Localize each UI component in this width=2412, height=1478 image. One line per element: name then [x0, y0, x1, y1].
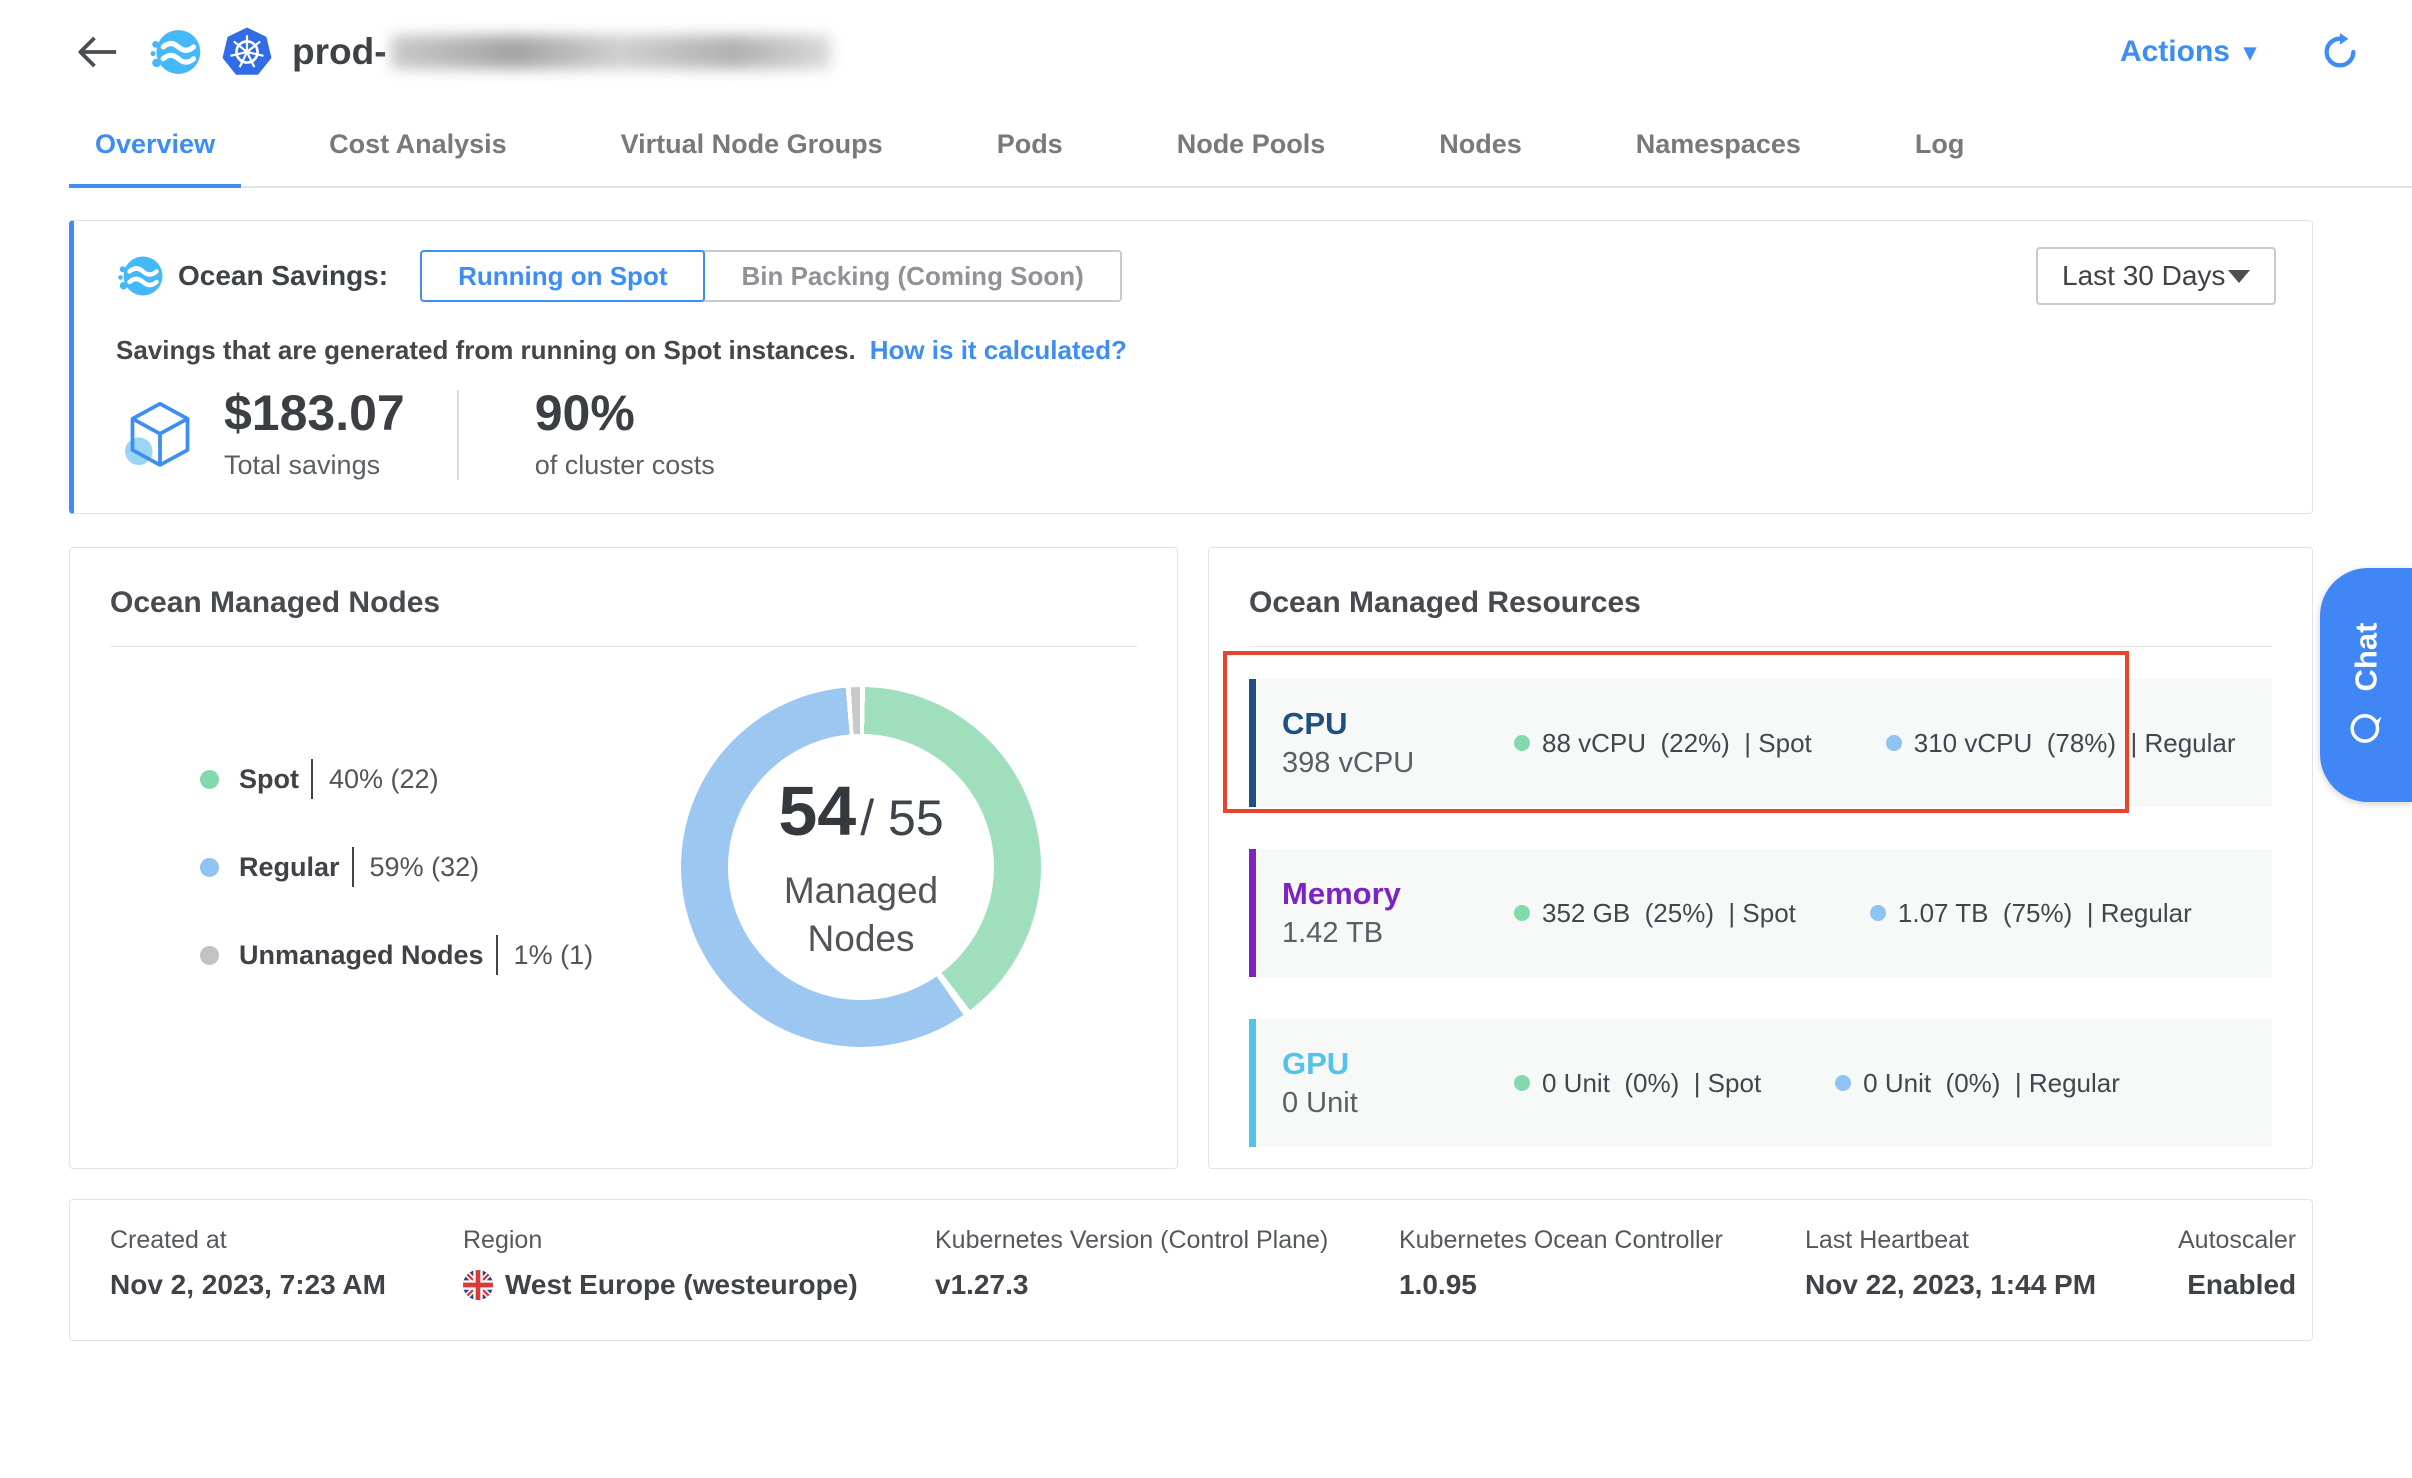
spot-dot-icon: [1514, 1075, 1530, 1091]
region-value: West Europe (westeurope): [463, 1269, 935, 1301]
managed-nodes-count: 54: [778, 771, 856, 851]
chat-button[interactable]: Chat: [2320, 568, 2412, 802]
cpu-total: 398 vCPU: [1282, 749, 1514, 778]
autoscaler-label: Autoscaler: [2178, 1226, 2296, 1255]
legend-item-spot[interactable]: Spot 40% (22): [200, 759, 593, 799]
period-select-value: Last 30 Days: [2062, 260, 2225, 292]
savings-description: Savings that are generated from running …: [116, 335, 856, 366]
gpu-regular-stat: 0 Unit (0%) | Regular: [1835, 1068, 2120, 1099]
last-heartbeat-label: Last Heartbeat: [1805, 1226, 2178, 1255]
total-savings-value: $183.07: [224, 388, 405, 438]
tab-bar: Overview Cost Analysis Virtual Node Grou…: [69, 104, 2412, 188]
cluster-name-redacted: [391, 35, 831, 69]
unmanaged-dot-icon: [200, 946, 219, 965]
managed-resources-title: Ocean Managed Resources: [1249, 548, 2272, 620]
spot-dot-icon: [200, 770, 219, 789]
last-heartbeat-value: Nov 22, 2023, 1:44 PM: [1805, 1269, 2178, 1301]
cpu-spot-stat: 88 vCPU (22%) | Spot: [1514, 728, 1812, 759]
divider: [1249, 646, 2272, 647]
regular-dot-icon: [1870, 905, 1886, 921]
gpu-spot-stat: 0 Unit (0%) | Spot: [1514, 1068, 1761, 1099]
tab-pods[interactable]: Pods: [971, 104, 1089, 188]
page-title: prod-: [292, 31, 831, 73]
tab-log[interactable]: Log: [1889, 104, 1990, 188]
cluster-name-prefix: prod-: [292, 31, 387, 73]
ocean-managed-resources-card: Ocean Managed Resources CPU 398 vCPU: [1208, 547, 2313, 1169]
period-select[interactable]: Last 30 Days: [2036, 247, 2276, 305]
running-on-spot-toggle[interactable]: Running on Spot: [420, 250, 705, 302]
cpu-label: CPU: [1282, 708, 1514, 739]
savings-cube-icon: [120, 395, 200, 475]
legend-item-regular[interactable]: Regular 59% (32): [200, 847, 593, 887]
actions-menu-button[interactable]: Actions ▾: [2120, 35, 2256, 69]
cpu-accent-bar: [1249, 679, 1256, 807]
managed-nodes-center-label: Managed Nodes: [751, 867, 971, 963]
arrow-left-icon: [74, 32, 120, 72]
gpu-total: 0 Unit: [1282, 1089, 1514, 1118]
savings-toggle-group: Running on Spot Bin Packing (Coming Soon…: [420, 250, 1122, 302]
tab-namespaces[interactable]: Namespaces: [1610, 104, 1827, 188]
chat-bubble-icon: [2347, 709, 2385, 747]
divider: [457, 390, 459, 480]
region-label: Region: [463, 1226, 935, 1255]
regular-dot-icon: [1886, 735, 1902, 751]
gpu-accent-bar: [1249, 1019, 1256, 1147]
regular-dot-icon: [1835, 1075, 1851, 1091]
tab-cost-analysis[interactable]: Cost Analysis: [303, 104, 533, 188]
donut-center: 54 / 55 Managed Nodes: [728, 734, 994, 1000]
memory-regular-stat: 1.07 TB (75%) | Regular: [1870, 898, 2192, 929]
created-at-value: Nov 2, 2023, 7:23 AM: [110, 1269, 463, 1301]
chat-label: Chat: [2348, 623, 2384, 692]
cluster-cost-percent-value: 90%: [535, 388, 715, 438]
bin-packing-toggle[interactable]: Bin Packing (Coming Soon): [703, 250, 1121, 302]
ocean-logo-icon: [148, 25, 202, 79]
ocean-managed-nodes-card: Ocean Managed Nodes Spot 40% (22) Regula…: [69, 547, 1178, 1169]
memory-total: 1.42 TB: [1282, 919, 1514, 948]
actions-label: Actions: [2120, 35, 2230, 69]
legend-item-unmanaged[interactable]: Unmanaged Nodes 1% (1): [200, 935, 593, 975]
cluster-info-footer: Created at Nov 2, 2023, 7:23 AM Region W…: [69, 1199, 2313, 1341]
memory-label: Memory: [1282, 878, 1514, 909]
chevron-down-icon: ▾: [2244, 38, 2256, 67]
how-calculated-link[interactable]: How is it calculated?: [870, 335, 1127, 366]
ocean-savings-label: Ocean Savings:: [178, 260, 388, 292]
ocean-savings-banner: Ocean Savings: Running on Spot Bin Packi…: [69, 220, 2313, 514]
uk-flag-icon: [463, 1270, 493, 1300]
total-savings-label: Total savings: [224, 450, 405, 481]
memory-spot-stat: 352 GB (25%) | Spot: [1514, 898, 1796, 929]
managed-nodes-donut-chart: 54 / 55 Managed Nodes: [681, 687, 1041, 1047]
gpu-label: GPU: [1282, 1048, 1514, 1079]
k8s-version-label: Kubernetes Version (Control Plane): [935, 1226, 1399, 1255]
ocean-controller-label: Kubernetes Ocean Controller: [1399, 1226, 1805, 1255]
tab-overview[interactable]: Overview: [69, 104, 241, 188]
ocean-savings-icon: [116, 252, 164, 300]
donut-legend: Spot 40% (22) Regular 59% (32) Unmanaged…: [200, 759, 593, 975]
managed-nodes-total: / 55: [860, 789, 943, 847]
k8s-version-value: v1.27.3: [935, 1269, 1399, 1301]
spot-dot-icon: [1514, 735, 1530, 751]
dropdown-caret-icon: [2228, 270, 2250, 283]
created-at-label: Created at: [110, 1226, 463, 1255]
tab-nodes[interactable]: Nodes: [1413, 104, 1548, 188]
resource-row-cpu: CPU 398 vCPU 88 vCPU (22%) | Spot 310 vC…: [1249, 679, 2272, 807]
resource-row-gpu: GPU 0 Unit 0 Unit (0%) | Spot 0 Unit (0%…: [1249, 1019, 2272, 1147]
tab-node-pools[interactable]: Node Pools: [1151, 104, 1352, 188]
kubernetes-logo-icon: [220, 25, 274, 79]
memory-accent-bar: [1249, 849, 1256, 977]
cpu-regular-stat: 310 vCPU (78%) | Regular: [1886, 728, 2236, 759]
back-button[interactable]: [74, 32, 120, 72]
managed-nodes-title: Ocean Managed Nodes: [110, 548, 1137, 620]
refresh-button[interactable]: [2320, 32, 2360, 72]
autoscaler-status: Enabled: [2178, 1269, 2296, 1301]
divider: [110, 646, 1137, 647]
spot-dot-icon: [1514, 905, 1530, 921]
ocean-controller-value: 1.0.95: [1399, 1269, 1805, 1301]
regular-dot-icon: [200, 858, 219, 877]
top-bar: prod- Actions ▾: [0, 0, 2412, 104]
cluster-cost-percent-label: of cluster costs: [535, 450, 715, 481]
resource-row-memory: Memory 1.42 TB 352 GB (25%) | Spot 1.07 …: [1249, 849, 2272, 977]
tab-virtual-node-groups[interactable]: Virtual Node Groups: [595, 104, 909, 188]
